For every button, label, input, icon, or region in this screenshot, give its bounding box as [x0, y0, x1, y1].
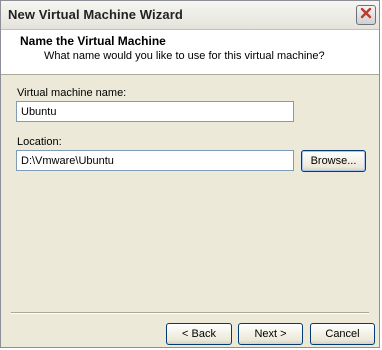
vm-name-input[interactable]: [16, 101, 294, 122]
wizard-header: Name the Virtual Machine What name would…: [1, 30, 379, 75]
title-bar[interactable]: New Virtual Machine Wizard: [1, 1, 379, 30]
close-icon: [360, 6, 372, 24]
cancel-button[interactable]: Cancel: [310, 323, 375, 345]
location-input[interactable]: [16, 150, 294, 171]
back-button[interactable]: < Back: [166, 323, 232, 345]
footer-divider: [11, 312, 369, 314]
header-title: Name the Virtual Machine: [20, 34, 166, 48]
location-label: Location:: [17, 136, 62, 148]
close-button[interactable]: [356, 5, 376, 25]
browse-button[interactable]: Browse...: [301, 150, 366, 172]
wizard-window: New Virtual Machine Wizard Name the Virt…: [0, 0, 380, 348]
header-subtitle: What name would you like to use for this…: [44, 50, 325, 62]
window-title: New Virtual Machine Wizard: [8, 7, 183, 22]
next-button[interactable]: Next >: [238, 323, 303, 345]
vm-name-label: Virtual machine name:: [17, 87, 127, 99]
